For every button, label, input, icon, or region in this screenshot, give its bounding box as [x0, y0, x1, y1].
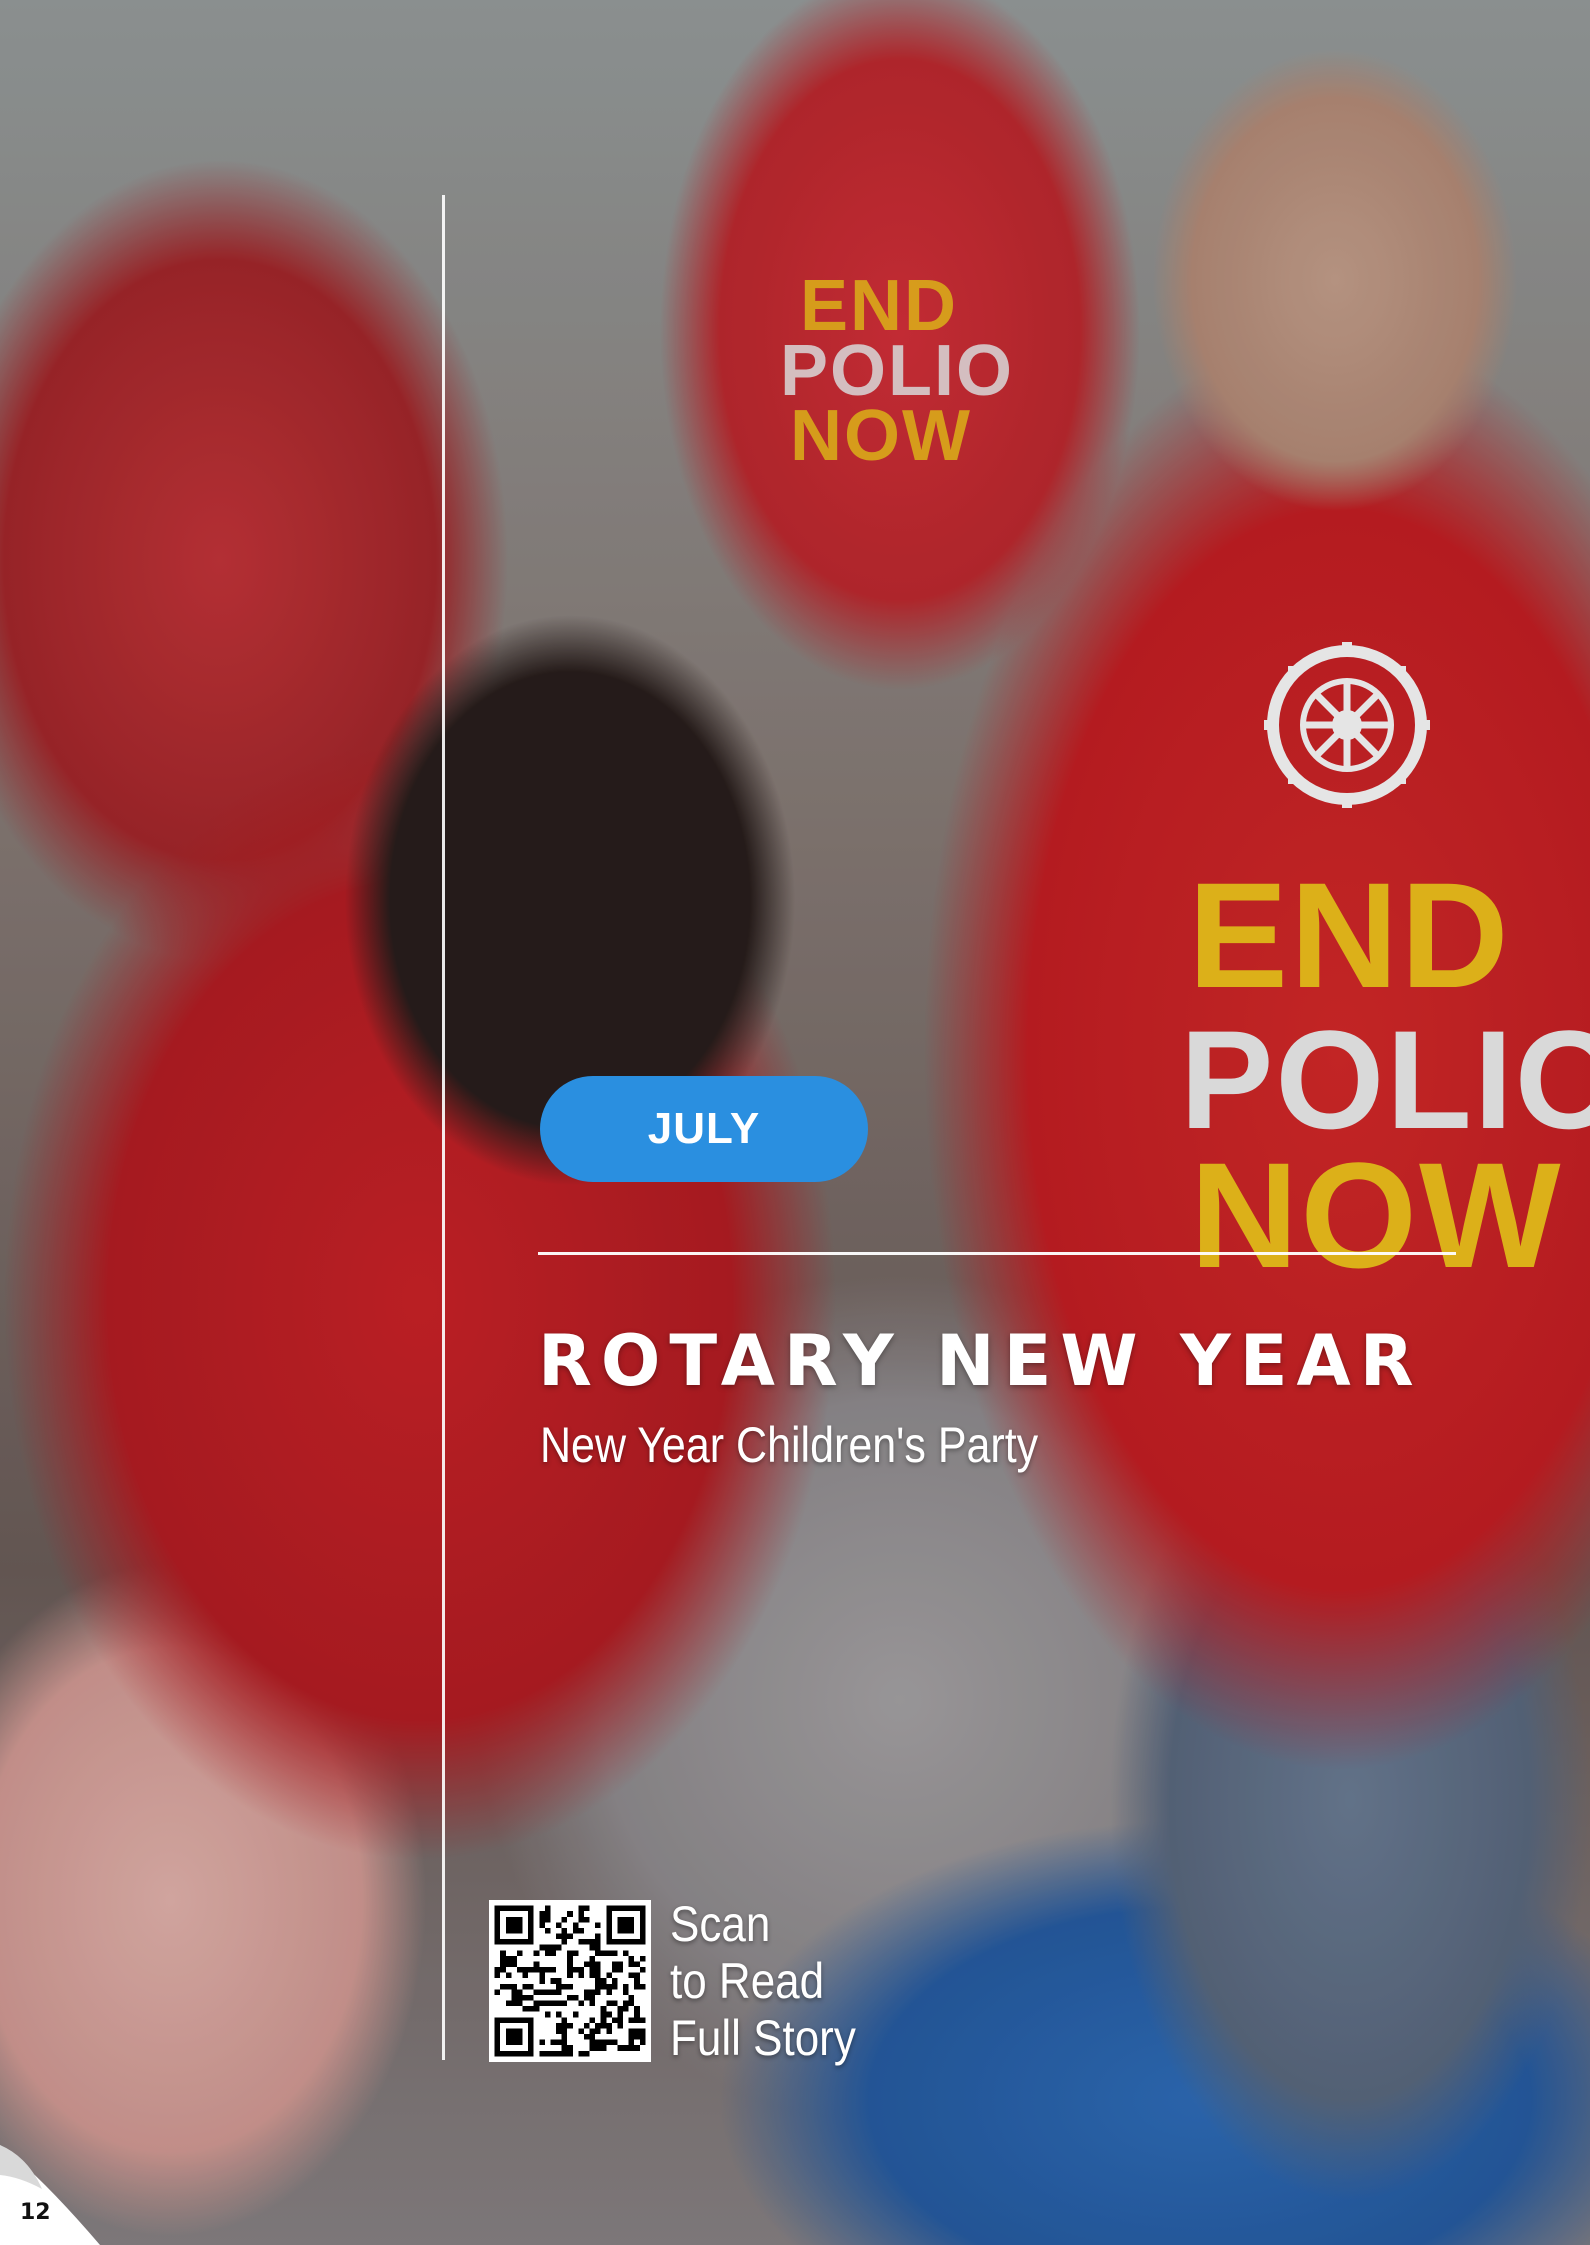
page-curl-icon — [0, 2145, 100, 2245]
article-subtitle: New Year Children's Party — [540, 1417, 1039, 1473]
scan-line: Scan — [670, 1896, 771, 1952]
month-badge[interactable]: JULY — [540, 1076, 868, 1182]
horizontal-divider — [538, 1252, 1456, 1255]
scan-caption: Scan to Read Full Story — [670, 1896, 856, 2067]
article-title: ROTARY NEW YEAR — [538, 1320, 1423, 1402]
qr-code-icon[interactable] — [489, 1900, 651, 2062]
scan-line: to Read — [670, 1953, 825, 2009]
page-number: 12 — [20, 2200, 51, 2225]
scan-line: Full Story — [670, 2010, 856, 2066]
vertical-divider — [442, 195, 445, 2060]
